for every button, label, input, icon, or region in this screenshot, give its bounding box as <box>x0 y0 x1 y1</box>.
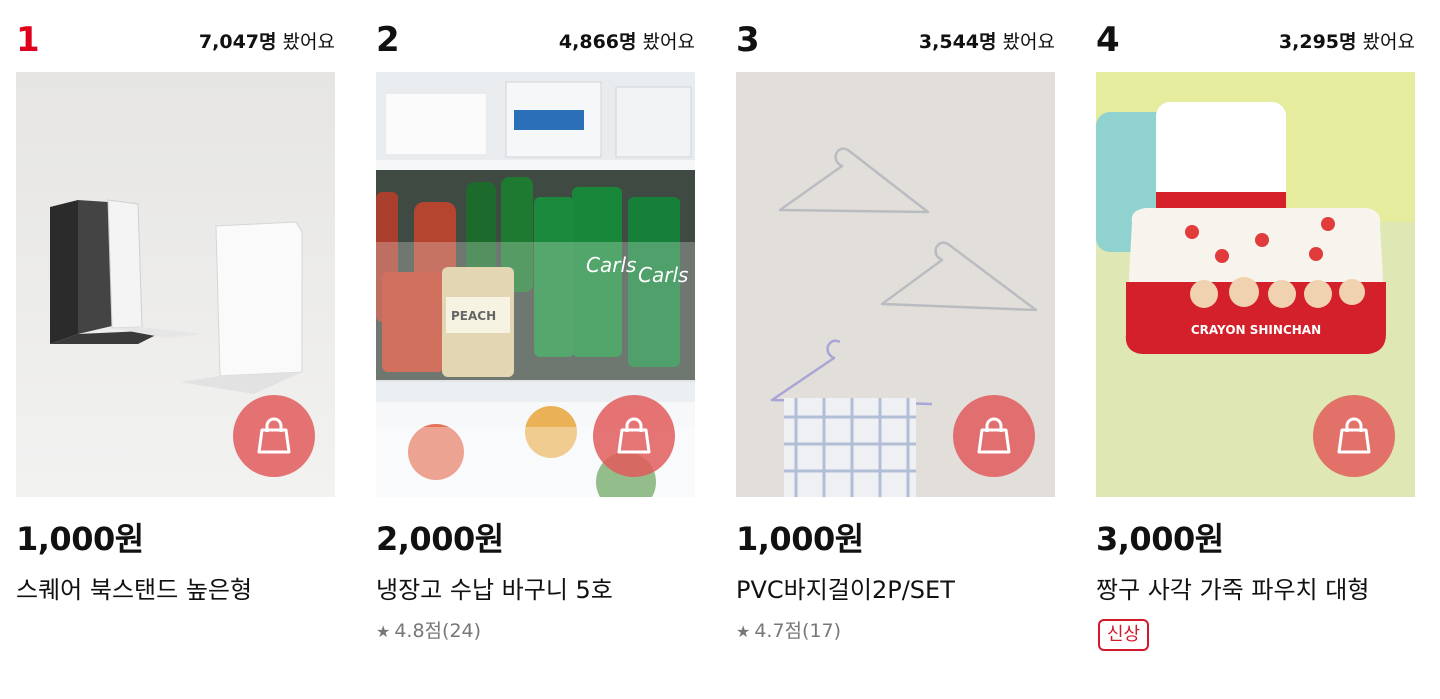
shopping-bag-icon <box>257 417 291 454</box>
view-count: 7,047명 봤어요 <box>199 30 335 54</box>
star-icon: ★ <box>376 622 391 641</box>
product-rating: ★ 4.7점(17) <box>736 619 1055 644</box>
rank-number: 3 <box>736 20 760 60</box>
shopping-bag-icon <box>1337 417 1371 454</box>
add-to-cart-button[interactable] <box>233 395 315 477</box>
rank-number: 4 <box>1096 20 1120 60</box>
product-name[interactable]: 냉장고 수납 바구니 5호 <box>376 575 695 605</box>
product-name[interactable]: 스퀘어 북스탠드 높은형 <box>16 575 335 605</box>
add-to-cart-button[interactable] <box>1313 395 1395 477</box>
product-name[interactable]: PVC바지걸이2P/SET <box>736 575 1055 605</box>
rating-text: 4.8점(24) <box>394 620 482 642</box>
view-count: 3,544명 봤어요 <box>919 30 1055 54</box>
product-image[interactable] <box>16 72 335 497</box>
product-price: 3,000원 <box>1096 520 1224 558</box>
card-header: 1 7,047명 봤어요 <box>16 0 335 72</box>
shopping-bag-icon <box>617 417 651 454</box>
view-count-number: 3,295명 <box>1278 31 1357 53</box>
product-rating: ★ 4.8점(24) <box>376 619 695 644</box>
pouch-label: CRAYON SHINCHAN <box>1191 323 1321 337</box>
card-header: 4 3,295명 봤어요 <box>1096 0 1415 72</box>
product-card[interactable]: 3 3,544명 봤어요 1,000원 PVC바지걸이2P/SET ★ 4.7점… <box>736 0 1055 644</box>
view-count-number: 7,047명 <box>198 31 277 53</box>
star-icon: ★ <box>736 622 751 641</box>
product-image[interactable]: Carls Carls PEACH <box>376 72 695 497</box>
product-image[interactable] <box>736 72 1055 497</box>
product-card[interactable]: 4 3,295명 봤어요 CRAYON SHINCHAN 3,000원 짱구 사… <box>1096 0 1415 651</box>
view-count-suffix: 봤어요 <box>276 31 335 53</box>
view-count-suffix: 봤어요 <box>996 31 1055 53</box>
product-image[interactable]: CRAYON SHINCHAN <box>1096 72 1415 497</box>
view-count-number: 3,544명 <box>918 31 997 53</box>
product-price: 1,000원 <box>736 520 864 558</box>
product-name[interactable]: 짱구 사각 가죽 파우치 대형 <box>1096 575 1415 605</box>
rating-text: 4.7점(17) <box>754 620 842 642</box>
product-price: 1,000원 <box>16 520 144 558</box>
card-header: 2 4,866명 봤어요 <box>376 0 695 72</box>
rank-number: 1 <box>16 20 40 60</box>
view-count: 4,866명 봤어요 <box>559 30 695 54</box>
card-header: 3 3,544명 봤어요 <box>736 0 1055 72</box>
product-card[interactable]: 2 4,866명 봤어요 Carls Carls PEACH 2,000원 냉장… <box>376 0 695 644</box>
add-to-cart-button[interactable] <box>593 395 675 477</box>
shopping-bag-icon <box>977 417 1011 454</box>
product-price: 2,000원 <box>376 520 504 558</box>
rank-number: 2 <box>376 20 400 60</box>
product-card[interactable]: 1 7,047명 봤어요 1,000원 스퀘어 북스탠드 높은형 <box>16 0 335 605</box>
view-count-suffix: 봤어요 <box>636 31 695 53</box>
view-count-suffix: 봤어요 <box>1356 31 1415 53</box>
view-count: 3,295명 봤어요 <box>1279 30 1415 54</box>
new-badge: 신상 <box>1098 619 1150 651</box>
add-to-cart-button[interactable] <box>953 395 1035 477</box>
view-count-number: 4,866명 <box>558 31 637 53</box>
product-ranking-grid: 1 7,047명 봤어요 1,000원 스퀘어 북스탠드 높은형 2 4,866… <box>0 0 1440 699</box>
